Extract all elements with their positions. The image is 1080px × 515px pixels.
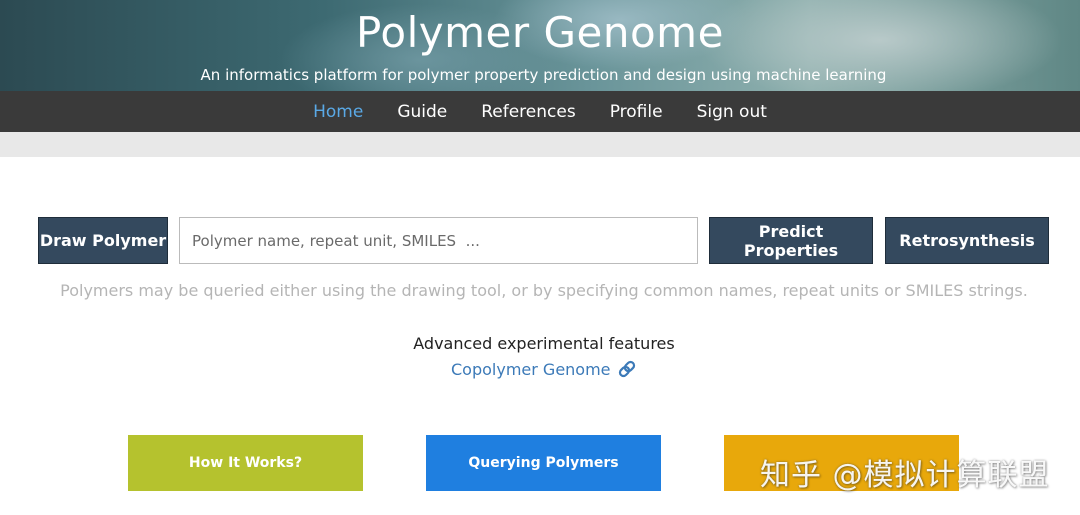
search-hint: Polymers may be queried either using the…	[60, 281, 1028, 300]
main-navbar: Home Guide References Profile Sign out	[0, 91, 1080, 132]
link-icon	[618, 360, 635, 378]
third-feature-tile[interactable]	[724, 435, 959, 491]
nav-sign-out[interactable]: Sign out	[697, 102, 767, 122]
retrosynthesis-button[interactable]: Retrosynthesis	[885, 217, 1049, 264]
how-it-works-tile[interactable]: How It Works?	[128, 435, 363, 491]
querying-polymers-tile[interactable]: Querying Polymers	[426, 435, 661, 491]
nav-references[interactable]: References	[481, 102, 575, 122]
copolymer-genome-link[interactable]: Copolymer Genome	[451, 358, 637, 380]
copolymer-genome-link-label: Copolymer Genome	[451, 359, 611, 379]
advanced-features-heading: Advanced experimental features	[413, 334, 675, 353]
hero-banner: Polymer Genome An informatics platform f…	[0, 0, 1080, 91]
site-subtitle: An informatics platform for polymer prop…	[200, 66, 887, 84]
predict-properties-button[interactable]: Predict Properties	[709, 217, 873, 264]
site-title: Polymer Genome	[356, 8, 724, 57]
draw-polymer-button[interactable]: Draw Polymer	[38, 217, 168, 264]
polymer-search-input[interactable]	[179, 217, 698, 264]
nav-subbar	[0, 132, 1080, 157]
nav-guide[interactable]: Guide	[397, 102, 447, 122]
nav-profile[interactable]: Profile	[610, 102, 663, 122]
nav-home[interactable]: Home	[313, 102, 363, 122]
